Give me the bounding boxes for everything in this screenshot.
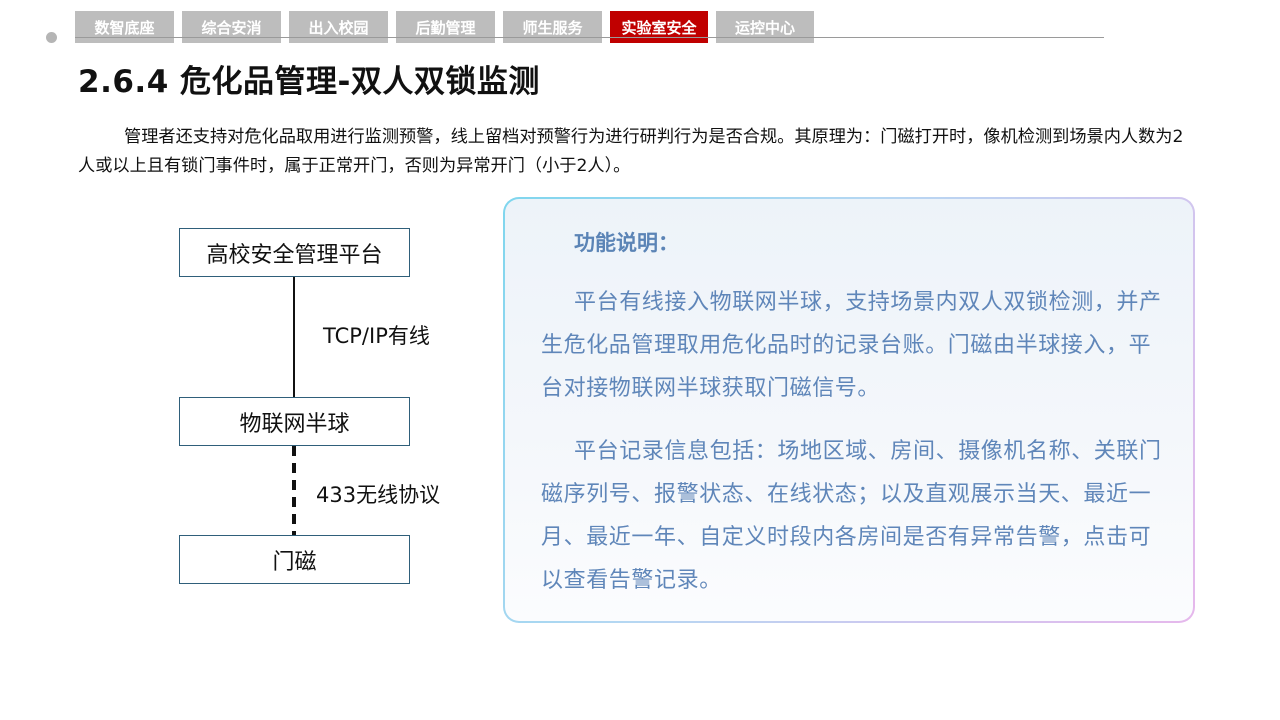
wired-link-line	[293, 277, 295, 397]
top-nav: 数智底座 综合安消 出入校园 后勤管理 师生服务 实验室安全 运控中心	[75, 11, 814, 43]
tab-lab-safety[interactable]: 实验室安全	[610, 11, 708, 43]
nav-divider	[75, 37, 1104, 38]
page-title: 2.6.4 危化品管理-双人双锁监测	[78, 64, 540, 100]
node-platform: 高校安全管理平台	[179, 228, 410, 277]
tab-campus-access[interactable]: 出入校园	[289, 11, 388, 43]
panel-paragraph-1: 平台有线接入物联网半球，支持场景内双人双锁检测，并产生危化品管理取用危化品时的记…	[541, 290, 1162, 401]
tab-staff-student-services[interactable]: 师生服务	[503, 11, 602, 43]
function-description-panel: 功能说明： 平台有线接入物联网半球，支持场景内双人双锁检测，并产生危化品管理取用…	[503, 197, 1195, 623]
tab-logistics[interactable]: 后勤管理	[396, 11, 495, 43]
tab-security-fire[interactable]: 综合安消	[182, 11, 281, 43]
wireless-link-dashed-line	[292, 446, 296, 535]
panel-heading: 功能说明：	[574, 230, 679, 255]
edge-label-wired: TCP/IP有线	[323, 324, 430, 348]
tab-data-foundation[interactable]: 数智底座	[75, 11, 174, 43]
tab-operations-center[interactable]: 运控中心	[716, 11, 814, 43]
node-door-sensor: 门磁	[179, 535, 410, 584]
bullet-dot	[46, 32, 57, 43]
intro-paragraph: 管理者还支持对危化品取用进行监测预警，线上留档对预警行为进行研判行为是否合规。其…	[78, 127, 1184, 176]
node-iot-dome: 物联网半球	[179, 397, 410, 446]
edge-label-wireless: 433无线协议	[316, 483, 441, 507]
panel-paragraph-2: 平台记录信息包括：场地区域、房间、摄像机名称、关联门磁序列号、报警状态、在线状态…	[541, 439, 1162, 593]
